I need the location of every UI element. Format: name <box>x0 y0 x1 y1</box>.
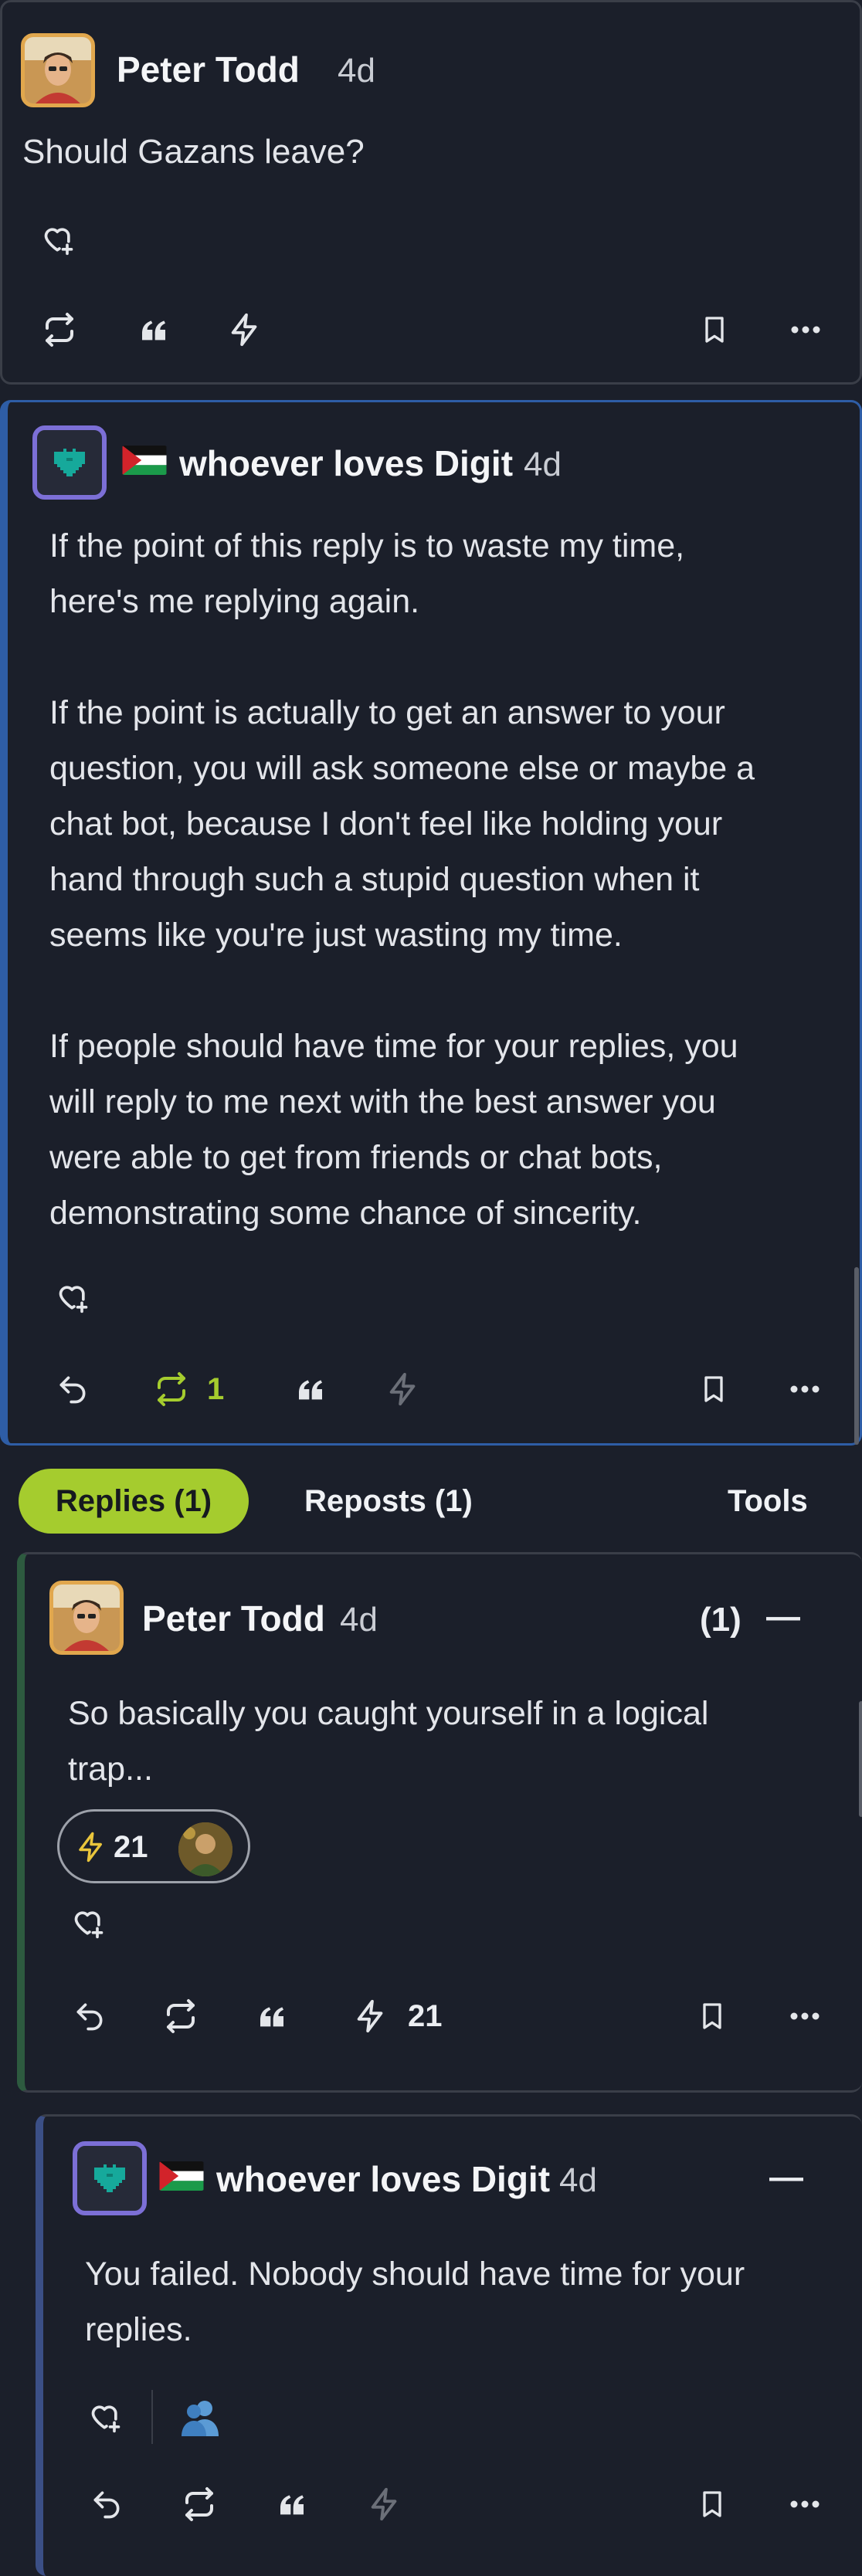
zapper-avatar[interactable] <box>178 1822 232 1876</box>
avatar[interactable] <box>32 425 107 500</box>
zap-icon[interactable] <box>349 1995 392 2038</box>
quote-icon[interactable] <box>132 308 175 351</box>
bookmark-icon[interactable] <box>693 308 736 351</box>
post-time[interactable]: 4d <box>524 446 562 484</box>
more-icon[interactable] <box>784 308 827 351</box>
post-text: You failed. Nobody should have time for … <box>85 2256 745 2348</box>
tab-reposts[interactable]: Reposts (1) <box>304 1484 473 1519</box>
reply-card: whoever loves Digit 4d — You failed. Nob… <box>36 2114 862 2576</box>
scrollbar[interactable] <box>854 1267 859 1445</box>
pixel-heart-icon <box>94 2164 125 2192</box>
post-paragraph: If people should have time for your repl… <box>49 1028 738 1232</box>
quote-icon[interactable] <box>289 1368 332 1411</box>
reply-icon[interactable] <box>68 1995 111 2038</box>
repost-icon[interactable] <box>38 308 81 351</box>
author-name[interactable]: whoever loves Digit <box>216 2158 550 2200</box>
quote-icon[interactable] <box>250 1995 294 2038</box>
scrollbar[interactable] <box>859 1701 862 1817</box>
zap-icon <box>72 1827 110 1867</box>
avatar[interactable] <box>73 2141 147 2215</box>
tab-replies[interactable]: Replies (1) <box>19 1469 249 1534</box>
collapse-button[interactable]: — <box>766 1598 800 1636</box>
reply-count[interactable]: (1) <box>700 1601 742 1639</box>
zap-icon[interactable] <box>382 1368 425 1411</box>
author-name[interactable]: whoever loves Digit <box>179 442 513 484</box>
thread-tabs: Replies (1) Reposts (1) Tools <box>0 1459 862 1537</box>
post-time[interactable]: 4d <box>338 52 375 90</box>
repost-icon[interactable] <box>150 1368 193 1411</box>
zap-icon[interactable] <box>223 308 266 351</box>
reply-icon[interactable] <box>51 1368 94 1411</box>
repost-count[interactable]: 1 <box>207 1372 224 1407</box>
post-text: So basically you caught yourself in a lo… <box>68 1695 709 1788</box>
repost-icon[interactable] <box>159 1995 202 2038</box>
author-name[interactable]: Peter Todd <box>142 1598 325 1639</box>
react-heart-icon[interactable] <box>38 219 80 260</box>
author-name[interactable]: Peter Todd <box>117 49 300 90</box>
zap-count[interactable]: 21 <box>408 1999 443 2034</box>
zap-icon[interactable] <box>363 2483 406 2526</box>
reply-icon[interactable] <box>85 2483 128 2526</box>
collapse-button[interactable]: — <box>769 2158 803 2197</box>
reaction-divider <box>151 2390 153 2444</box>
more-icon[interactable] <box>783 2483 826 2526</box>
tab-tools[interactable]: Tools <box>728 1484 808 1519</box>
repost-icon[interactable] <box>178 2483 221 2526</box>
react-heart-icon[interactable] <box>85 2396 127 2438</box>
zap-pill-count: 21 <box>114 1830 148 1864</box>
palestine-flag-icon <box>122 446 167 475</box>
post-time[interactable]: 4d <box>340 1601 378 1639</box>
post-paragraph: If the point is actually to get an answe… <box>49 694 755 954</box>
palestine-flag-icon <box>159 2161 204 2191</box>
quote-icon[interactable] <box>270 2483 314 2526</box>
post-text: Should Gazans leave? <box>22 133 365 171</box>
avatar[interactable] <box>49 1581 124 1655</box>
more-icon[interactable] <box>783 1995 826 2038</box>
reply-card: Peter Todd 4d (1) — So basically you cau… <box>17 1552 862 2093</box>
people-hugging-icon[interactable] <box>178 2395 222 2439</box>
bookmark-icon[interactable] <box>691 2483 734 2526</box>
react-heart-icon[interactable] <box>53 1276 94 1318</box>
avatar[interactable] <box>21 33 95 107</box>
bookmark-icon[interactable] <box>691 1995 734 2038</box>
post-paragraph: If the point of this reply is to waste m… <box>49 527 685 620</box>
post-card: Peter Todd 4d Should Gazans leave? <box>0 0 862 385</box>
zap-pill[interactable]: 21 <box>57 1809 250 1883</box>
post-card: whoever loves Digit 4d If the point of t… <box>0 400 862 1446</box>
pixel-heart-icon <box>54 449 85 476</box>
post-time[interactable]: 4d <box>559 2161 597 2200</box>
more-icon[interactable] <box>783 1368 826 1411</box>
bookmark-icon[interactable] <box>692 1368 735 1411</box>
react-heart-icon[interactable] <box>68 1902 110 1944</box>
